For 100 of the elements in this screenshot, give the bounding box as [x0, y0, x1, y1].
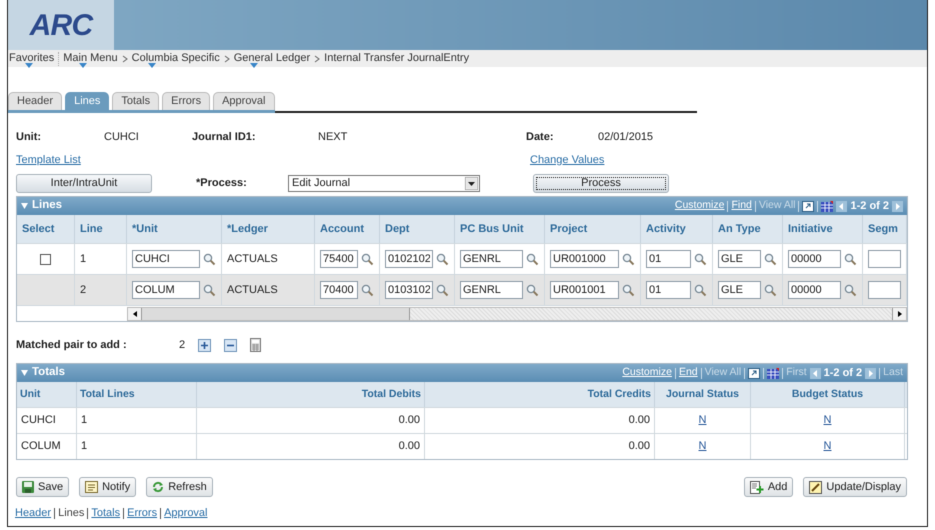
column-header[interactable]: PC Bus Unit: [460, 220, 524, 238]
chevron-icon: [314, 54, 320, 62]
collapse-icon[interactable]: [21, 370, 28, 376]
process-button[interactable]: Process: [533, 174, 669, 192]
column-header[interactable]: Select: [22, 220, 54, 238]
collapse-icon[interactable]: [21, 203, 28, 209]
column-header[interactable]: *Unit: [132, 220, 158, 238]
column-header[interactable]: *Ledger: [227, 220, 268, 238]
input-field[interactable]: GENRL: [460, 250, 523, 268]
toolbar-button[interactable]: Refresh: [146, 477, 213, 497]
change-values-link[interactable]: Change Values: [530, 152, 604, 166]
column-header[interactable]: Initiative: [788, 220, 833, 238]
input-field[interactable]: 75400: [320, 250, 358, 268]
logo-text: ARC: [30, 8, 92, 44]
input-field[interactable]: 0103102: [385, 281, 433, 299]
input-field[interactable]: GLE: [718, 250, 761, 268]
minus-icon[interactable]: [224, 338, 238, 352]
breadcrumb-link[interactable]: Internal Transfer JournalEntry: [324, 50, 470, 67]
dropdown-icon[interactable]: [465, 176, 478, 190]
footer-link[interactable]: Lines: [58, 505, 84, 522]
search-icon[interactable]: [694, 284, 707, 296]
search-icon[interactable]: [526, 284, 539, 296]
column-header: Total Debits: [362, 386, 421, 402]
tab[interactable]: Errors: [162, 92, 210, 110]
search-icon[interactable]: [622, 252, 635, 266]
input-field[interactable]: [868, 250, 901, 268]
footer-link[interactable]: Totals: [91, 505, 120, 522]
spreadsheet-icon[interactable]: [767, 368, 780, 378]
input-field[interactable]: [868, 281, 901, 299]
input-field[interactable]: 00000: [788, 250, 841, 268]
search-icon[interactable]: [203, 284, 216, 296]
input-field[interactable]: 01: [646, 281, 691, 299]
input-field[interactable]: GENRL: [460, 281, 523, 299]
input-field[interactable]: CUHCI: [132, 250, 200, 268]
status-link[interactable]: N: [824, 438, 832, 455]
tab[interactable]: Approval: [213, 92, 274, 110]
breadcrumb-link[interactable]: Favorites: [9, 50, 54, 67]
status-link[interactable]: N: [698, 438, 706, 455]
next-icon[interactable]: [865, 368, 876, 378]
select-checkbox[interactable]: [40, 254, 51, 264]
search-icon[interactable]: [361, 284, 374, 296]
search-icon[interactable]: [844, 252, 857, 266]
search-icon[interactable]: [764, 252, 777, 266]
scroll-left-icon[interactable]: [132, 310, 136, 316]
toolbar-button[interactable]: Notify: [79, 477, 136, 497]
note-icon: [85, 481, 98, 493]
footer-link[interactable]: Header: [15, 505, 52, 522]
breadcrumb-link[interactable]: Main Menu: [63, 50, 118, 67]
search-icon[interactable]: [361, 252, 374, 266]
column-header: Total Lines: [80, 386, 135, 402]
cell-text: CUHCI: [21, 413, 56, 428]
inter-intra-unit-button[interactable]: Inter/IntraUnit: [16, 174, 152, 192]
column-header[interactable]: Dept: [385, 220, 410, 238]
input-field[interactable]: 0102102: [385, 250, 433, 268]
breadcrumb-link[interactable]: Columbia Specific: [132, 50, 220, 67]
toolbar-button[interactable]: Add: [744, 477, 794, 497]
search-icon[interactable]: [764, 284, 777, 296]
field-value: 02/01/2015: [598, 130, 654, 145]
footer-link[interactable]: Errors: [127, 505, 158, 522]
breadcrumb-link[interactable]: General Ledger: [234, 50, 310, 67]
toolbar-button[interactable]: Update/Display: [803, 477, 907, 497]
column-header[interactable]: Project: [550, 220, 588, 238]
zoom-icon[interactable]: [748, 368, 760, 378]
next-icon[interactable]: [892, 200, 903, 212]
tab[interactable]: Header: [8, 92, 62, 110]
column-header[interactable]: Line: [80, 220, 103, 238]
template-list-link[interactable]: Template List: [16, 152, 530, 166]
search-icon[interactable]: [694, 252, 707, 266]
search-icon[interactable]: [436, 252, 449, 266]
search-icon[interactable]: [526, 252, 539, 266]
previous-icon[interactable]: [810, 368, 821, 378]
column-header[interactable]: Segm: [868, 220, 898, 238]
zoom-icon[interactable]: [802, 200, 814, 212]
input-field[interactable]: 01: [646, 250, 691, 268]
input-field[interactable]: GLE: [718, 281, 761, 299]
cell-text: 0.00: [628, 413, 650, 428]
column-header[interactable]: An Type: [718, 220, 761, 238]
input-field[interactable]: COLUM: [132, 281, 200, 299]
input-field[interactable]: UR001001: [550, 281, 619, 299]
search-icon[interactable]: [436, 284, 449, 296]
toolbar-button[interactable]: Save: [16, 477, 70, 497]
status-link[interactable]: N: [824, 412, 832, 429]
calculator-icon[interactable]: [250, 338, 262, 352]
status-link[interactable]: N: [698, 412, 706, 429]
input-field[interactable]: 70400: [320, 281, 358, 299]
horizontal-scrollbar[interactable]: [127, 306, 907, 320]
column-header[interactable]: Activity: [646, 220, 686, 238]
process-select[interactable]: Edit Journal: [288, 174, 480, 192]
spreadsheet-icon[interactable]: [821, 200, 834, 212]
footer-link[interactable]: Approval: [164, 505, 208, 522]
input-field[interactable]: 00000: [788, 281, 841, 299]
search-icon[interactable]: [844, 284, 857, 296]
tab[interactable]: Totals: [112, 92, 160, 110]
search-icon[interactable]: [622, 284, 635, 296]
search-icon[interactable]: [203, 252, 216, 266]
previous-icon[interactable]: [836, 200, 848, 212]
input-field[interactable]: UR001000: [550, 250, 619, 268]
plus-icon[interactable]: [198, 338, 212, 352]
scroll-right-icon[interactable]: [898, 310, 902, 316]
column-header[interactable]: Account: [320, 220, 364, 238]
